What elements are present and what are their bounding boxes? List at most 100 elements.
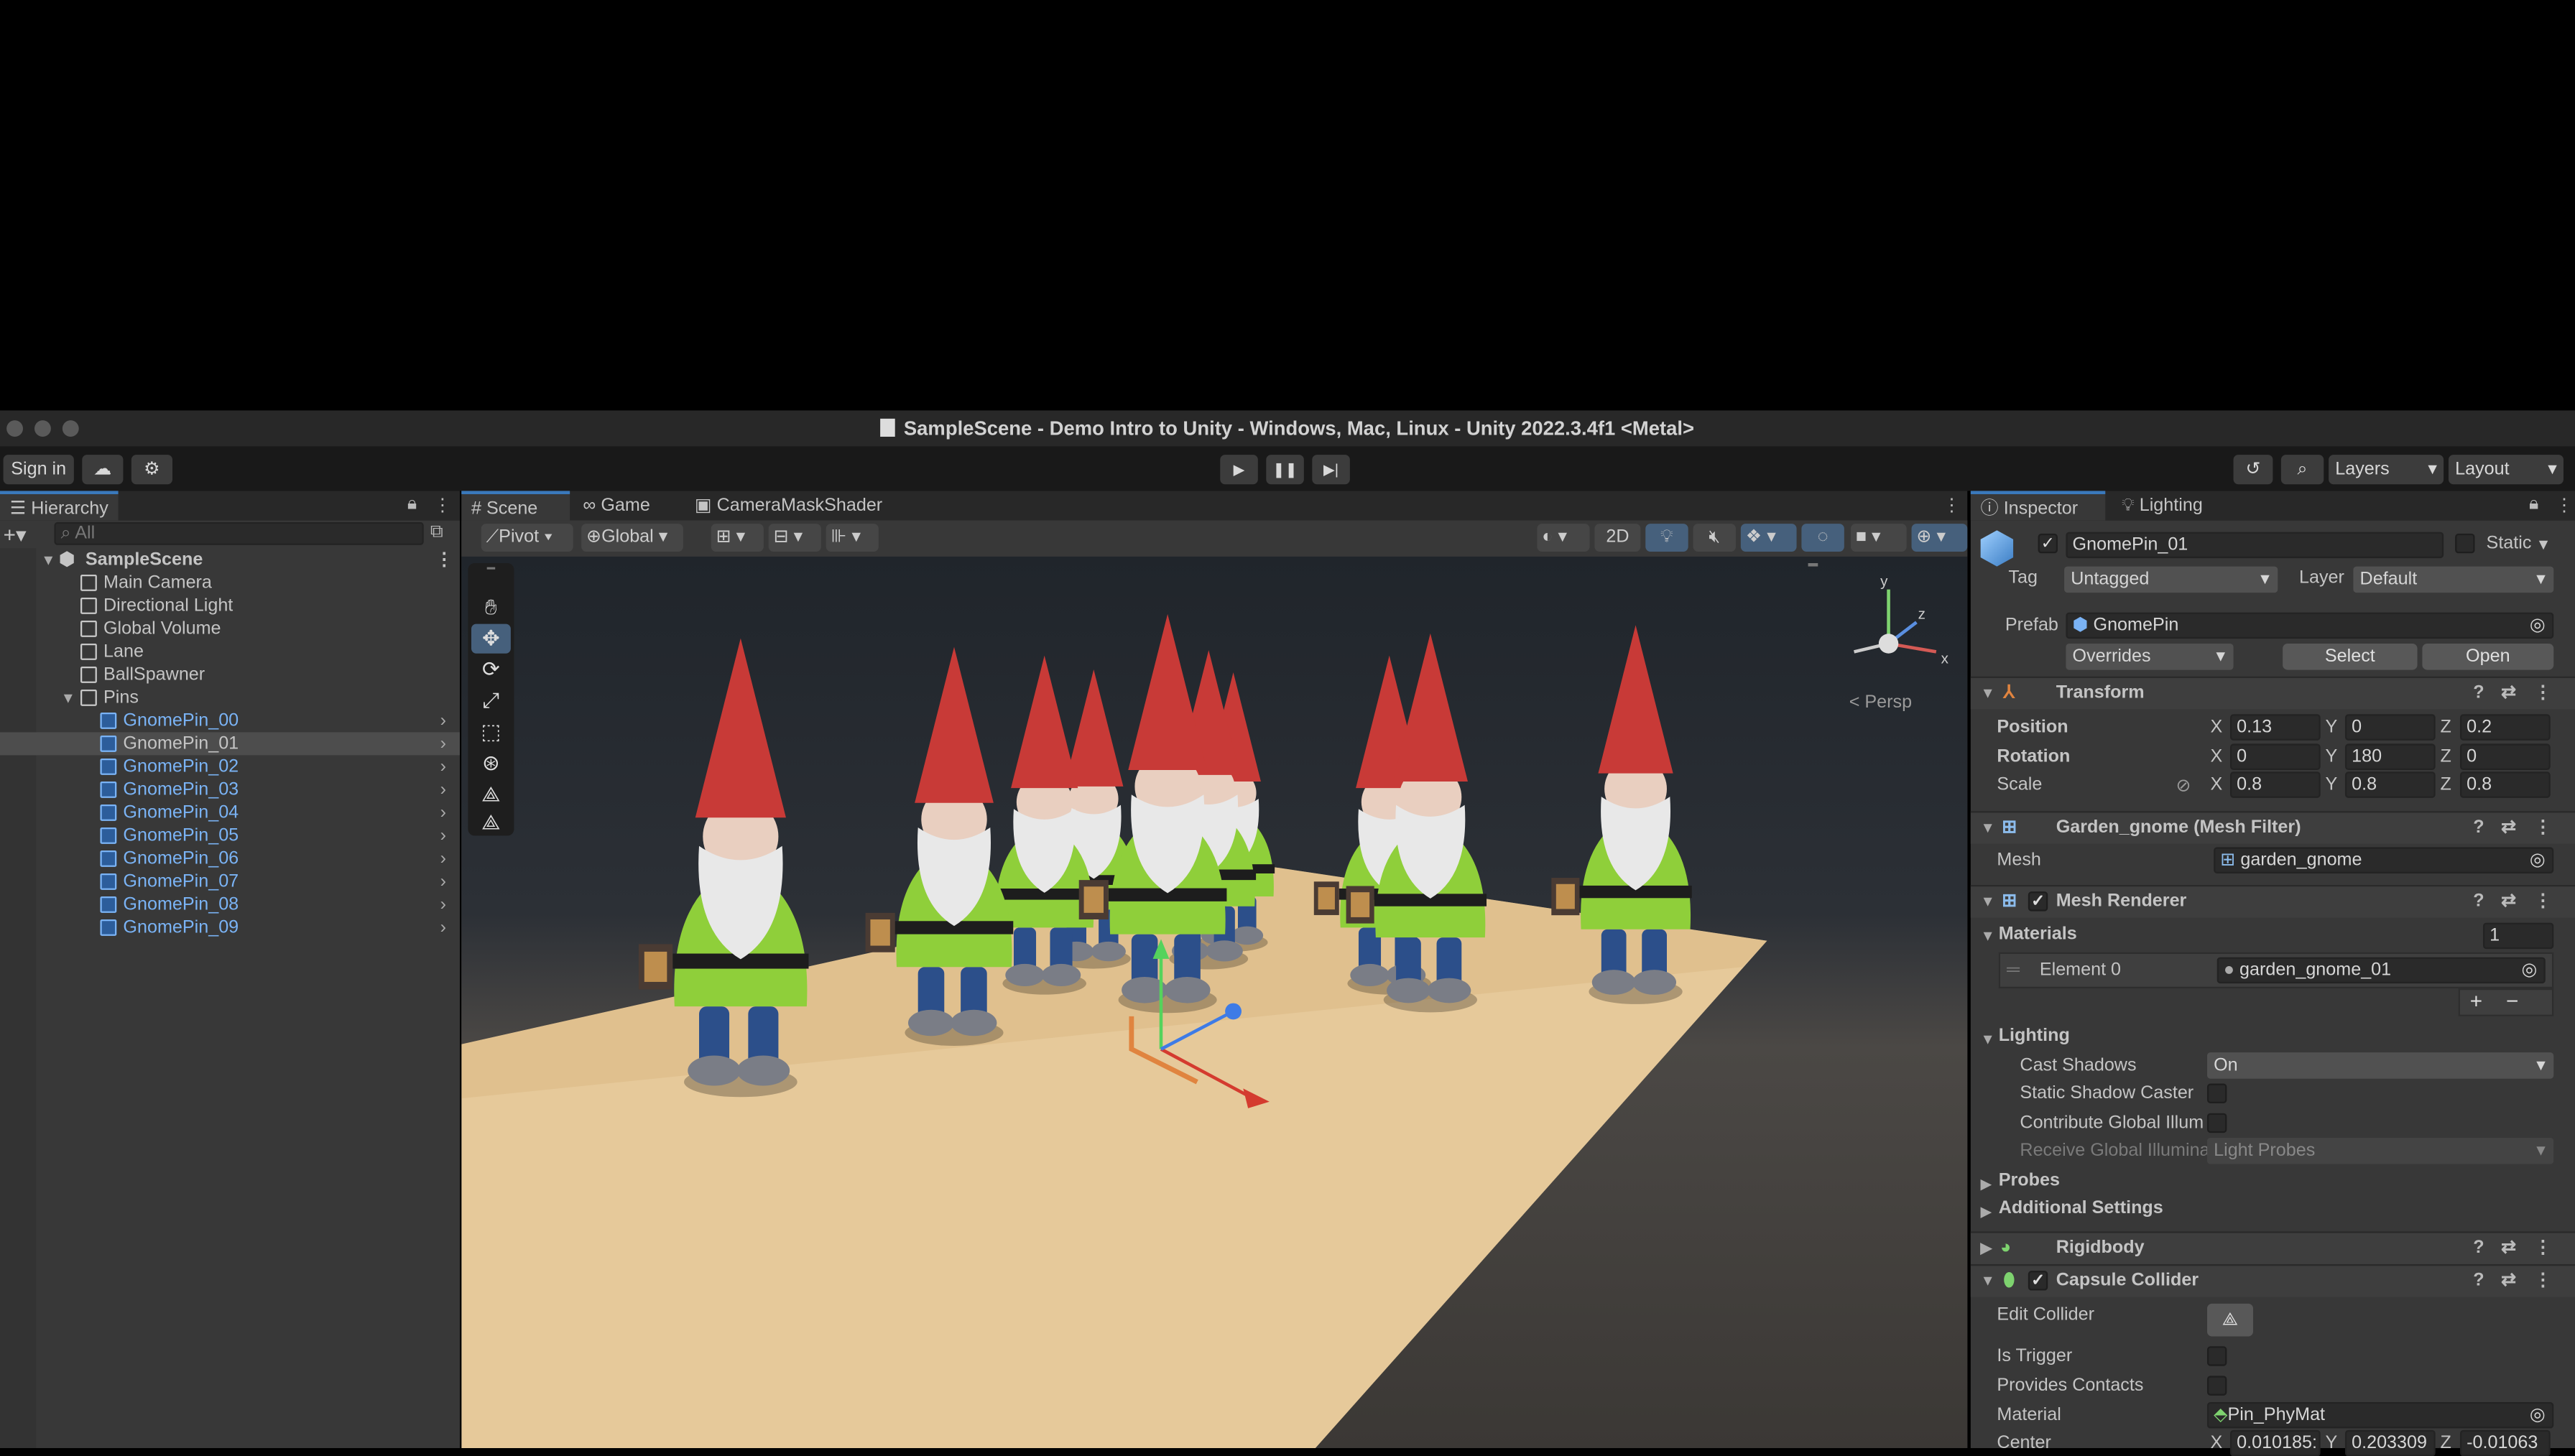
lighting-toggle-icon[interactable]: 💡︎ (1645, 524, 1688, 552)
component-menu-icon[interactable]: ⋮ (2534, 886, 2552, 917)
history-icon[interactable]: ↺ (2233, 455, 2273, 485)
transform-tool-icon[interactable]: ⊛ (471, 748, 511, 778)
hierarchy-pin-item[interactable]: GnomePin_02 › (0, 755, 460, 778)
tab-game[interactable]: ∞ Game (573, 491, 660, 520)
layers-dropdown[interactable]: Layers ▾ (2329, 455, 2444, 485)
search-icon[interactable]: ⌕ (2280, 455, 2324, 485)
services-gear-icon[interactable]: ⚙ (131, 455, 172, 485)
global-dropdown[interactable]: ⊕Global ▾ (581, 524, 683, 552)
mesh-filter-header[interactable]: ▼ ⊞ Garden_gnome (Mesh Filter) ? ⇄ ⋮ (1970, 811, 2575, 844)
rotation-x-field[interactable]: 0 (2229, 743, 2321, 769)
open-prefab-icon[interactable]: › (440, 778, 446, 801)
open-prefab-icon[interactable]: › (440, 893, 446, 916)
add-element-icon[interactable]: + (2470, 988, 2482, 1013)
tag-dropdown[interactable]: Untagged (2064, 566, 2278, 593)
active-checkbox[interactable]: ✓ (2038, 533, 2058, 554)
pivot-dropdown[interactable]: ⟋Pivot ▾ (481, 524, 573, 552)
scene-viewport[interactable]: ━ ✋︎ ✥ ⟳ ⤢ ⬚ ⊛ ⟁ ⟁ y z x < Persp (461, 556, 1968, 1448)
remove-element-icon[interactable]: − (2506, 988, 2518, 1013)
move-tool-icon[interactable]: ✥ (471, 623, 511, 654)
hierarchy-pin-item[interactable]: GnomePin_03 › (0, 778, 460, 801)
preset-icon[interactable]: ⇄ (2501, 1233, 2516, 1264)
help-icon[interactable]: ? (2473, 678, 2484, 709)
expand-icon[interactable]: ▶ (1981, 1233, 1992, 1264)
tab-hierarchy[interactable]: ☰ Hierarchy (0, 491, 119, 521)
cast-shadows-dropdown[interactable]: On (2206, 1052, 2554, 1079)
additional-expand-icon[interactable]: ▶ (1981, 1203, 1992, 1221)
hand-tool-icon[interactable]: ✋︎ (471, 593, 511, 622)
mesh-renderer-header[interactable]: ▼ ⊞ ✓ Mesh Renderer ? ⇄ ⋮ (1970, 884, 2575, 918)
rotation-y-field[interactable]: 180 (2344, 743, 2436, 769)
rect-tool-icon[interactable]: ⬚ (471, 718, 511, 747)
materials-expand-icon[interactable]: ▼ (1981, 927, 1995, 944)
collider-material-field[interactable]: ⬘Pin_PhyMat ◎ (2206, 1401, 2554, 1429)
transform-header[interactable]: ▼ ⅄ Transform ? ⇄ ⋮ (1970, 676, 2575, 710)
object-picker-icon[interactable]: ◎ (2521, 959, 2537, 982)
scale-x-field[interactable]: 0.8 (2229, 771, 2321, 798)
component-menu-icon[interactable]: ⋮ (2534, 1266, 2552, 1297)
open-prefab-icon[interactable]: › (440, 732, 446, 755)
object-picker-icon[interactable]: ◎ (2530, 1404, 2546, 1427)
layer-dropdown[interactable]: Default (2353, 566, 2554, 593)
open-button[interactable]: Open (2422, 643, 2554, 670)
gizmos-icon[interactable]: ⊕ ▾ (1911, 524, 1968, 552)
tab-inspector[interactable]: ⓘ Inspector (1970, 491, 2106, 521)
constrain-proportions-icon[interactable]: ⊘ (2176, 775, 2191, 796)
rigidbody-header[interactable]: ▶ ◕ Rigidbody ? ⇄ ⋮ (1970, 1231, 2575, 1264)
cloud-icon[interactable]: ☁ (82, 455, 124, 485)
hierarchy-item[interactable]: BallSpawner (0, 663, 460, 686)
open-prefab-icon[interactable]: › (440, 709, 446, 732)
hierarchy-pin-item[interactable]: GnomePin_09 › (0, 916, 460, 939)
preset-icon[interactable]: ⇄ (2501, 1266, 2516, 1297)
mesh-field[interactable]: ⊞ garden_gnome ◎ (2214, 847, 2554, 873)
hidden-objects-icon[interactable]: ◌ (1801, 524, 1844, 552)
orientation-gizmo[interactable]: y z x (1838, 570, 1961, 692)
open-prefab-icon[interactable]: › (440, 824, 446, 847)
effects-icon[interactable]: ❖ ▾ (1740, 524, 1797, 552)
center-x-field[interactable]: 0.010185: (2229, 1429, 2321, 1456)
help-icon[interactable]: ? (2473, 1266, 2484, 1297)
provides-contacts-checkbox[interactable] (2206, 1376, 2227, 1396)
scene-options-icon[interactable]: ⋮ (1943, 494, 1961, 515)
hierarchy-pin-item[interactable]: GnomePin_06 › (0, 847, 460, 870)
add-icon[interactable]: +▾ (4, 522, 27, 549)
is-trigger-checkbox[interactable] (2206, 1346, 2227, 1366)
lighting-expand-icon[interactable]: ▼ (1981, 1031, 1995, 1047)
hierarchy-pin-item[interactable]: GnomePin_05 › (0, 824, 460, 847)
draw-mode-icon[interactable]: ◐ ▾ (1537, 524, 1590, 552)
hierarchy-item[interactable]: Global Volume (0, 617, 460, 640)
receive-gi-dropdown[interactable]: Light Probes (2206, 1137, 2554, 1164)
inspector-menu-icon[interactable]: ⋮ (2556, 494, 2574, 515)
static-shadow-checkbox[interactable] (2206, 1083, 2227, 1103)
scene-menu-icon[interactable]: ⋮ (435, 548, 453, 571)
component-menu-icon[interactable]: ⋮ (2534, 812, 2552, 843)
projection-toggle[interactable]: < Persp (1849, 693, 1912, 713)
collapse-icon[interactable]: ▼ (1981, 1266, 1995, 1297)
camera-settings-icon[interactable]: ■ ▾ (1850, 524, 1907, 552)
inspector-lock-icon[interactable]: 🔒︎ (2529, 494, 2538, 516)
minimize-window-button[interactable] (34, 420, 51, 437)
layout-dropdown[interactable]: Layout ▾ (2448, 455, 2564, 485)
rotation-z-field[interactable]: 0 (2459, 743, 2551, 769)
contribute-gi-checkbox[interactable] (2206, 1113, 2227, 1133)
rotate-tool-icon[interactable]: ⟳ (471, 655, 511, 685)
hierarchy-pin-item[interactable]: GnomePin_01 › (0, 732, 460, 756)
hierarchy-item[interactable]: Directional Light (0, 594, 460, 617)
search-options-icon[interactable]: ⧉ (430, 522, 443, 544)
hierarchy-item[interactable]: Lane (0, 640, 460, 663)
zoom-window-button[interactable] (62, 420, 79, 437)
scale-tool-icon[interactable]: ⤢ (471, 686, 511, 715)
open-prefab-icon[interactable]: › (440, 755, 446, 778)
2d-toggle[interactable]: 2D (1594, 524, 1641, 552)
probes-expand-icon[interactable]: ▶ (1981, 1176, 1992, 1194)
hierarchy-pin-item[interactable]: GnomePin_00 › (0, 709, 460, 732)
select-button[interactable]: Select (2283, 643, 2418, 670)
preset-icon[interactable]: ⇄ (2501, 678, 2516, 709)
position-z-field[interactable]: 0.2 (2459, 714, 2551, 741)
tab-lighting[interactable]: 💡︎ Lighting (2112, 491, 2212, 520)
tab-scene[interactable]: # Scene (461, 491, 570, 521)
drag-handle-icon[interactable]: ═ (2007, 960, 2020, 980)
capsule-enabled-checkbox[interactable]: ✓ (2028, 1271, 2048, 1291)
center-z-field[interactable]: -0.01063 (2459, 1429, 2551, 1456)
audio-toggle-icon[interactable]: 🔇︎ (1693, 524, 1736, 552)
